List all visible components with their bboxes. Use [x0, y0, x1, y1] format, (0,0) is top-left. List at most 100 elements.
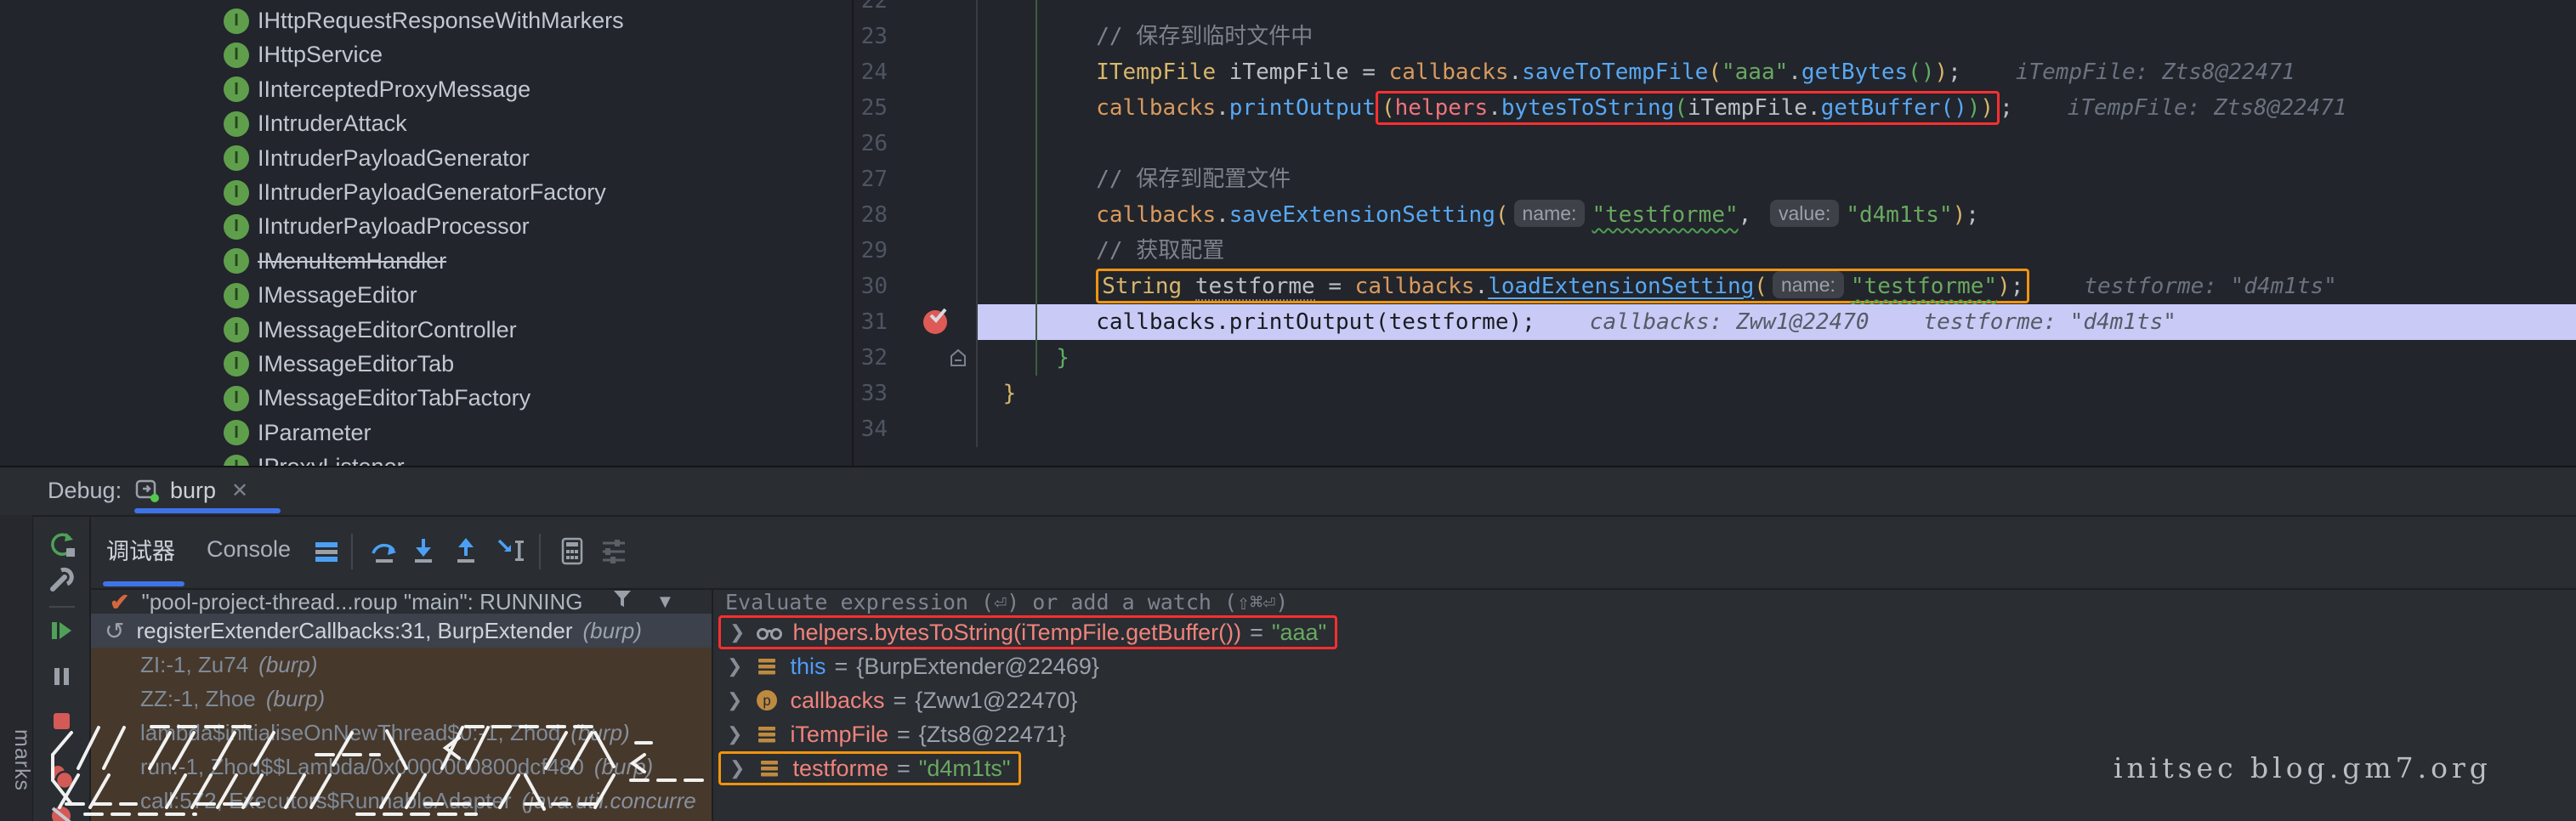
resume-icon[interactable]	[46, 615, 78, 648]
code-line-text[interactable]	[976, 411, 2576, 447]
thread-selector[interactable]: ✔ "pool-project-thread...roup "main": RU…	[91, 590, 712, 614]
tree-item[interactable]: IIIntruderAttack	[0, 107, 852, 141]
variable-row[interactable]: ❯pcallbacks={Zww1@22470}	[713, 683, 2576, 717]
chevron-right-icon[interactable]: ❯	[729, 621, 745, 643]
sliders-icon[interactable]	[598, 535, 630, 568]
editor-gutter[interactable]: 33	[854, 376, 976, 411]
line-number[interactable]: 34	[854, 411, 888, 447]
step-out-icon[interactable]	[450, 535, 482, 568]
toolbar-separator	[49, 606, 75, 608]
variable-row[interactable]: ❯this={BurpExtender@22469}	[713, 649, 2576, 683]
editor-gutter[interactable]: 30	[854, 269, 976, 304]
code-line-text[interactable]: // 获取配置	[976, 233, 2576, 269]
wrench-icon[interactable]	[46, 564, 78, 597]
tree-item[interactable]: IIMenuItemHandler	[0, 244, 852, 278]
chevron-right-icon[interactable]: ❯	[729, 757, 745, 779]
line-number[interactable]: 26	[854, 126, 888, 161]
editor-gutter[interactable]: 26	[854, 126, 976, 161]
editor-gutter[interactable]: 32	[854, 340, 976, 376]
breakpoint-icon[interactable]	[923, 310, 947, 334]
tree-item[interactable]: IIMessageEditorTab	[0, 347, 852, 381]
line-number[interactable]: 27	[854, 161, 888, 197]
mute-breakpoints-icon[interactable]	[46, 806, 78, 821]
chevron-down-icon[interactable]: ▼	[655, 591, 674, 613]
line-number[interactable]: 22	[854, 0, 888, 19]
step-into-icon[interactable]	[407, 535, 440, 568]
chevron-right-icon[interactable]: ❯	[727, 655, 742, 677]
tree-item[interactable]: IIMessageEditorTabFactory	[0, 382, 852, 416]
editor-gutter[interactable]: 22	[854, 0, 976, 19]
tree-item[interactable]: IIIntruderPayloadGeneratorFactory	[0, 175, 852, 209]
editor-gutter[interactable]: 24	[854, 54, 976, 90]
code-line-text[interactable]: // 保存到临时文件中	[976, 19, 2576, 54]
stack-frame-row[interactable]: call:572, Executors$RunnableAdapter(java…	[91, 784, 712, 818]
line-number[interactable]: 32	[854, 340, 888, 376]
fold-end-marker-icon[interactable]	[949, 348, 968, 371]
tree-item[interactable]: IIIntruderPayloadProcessor	[0, 210, 852, 244]
line-number[interactable]: 24	[854, 54, 888, 90]
editor-gutter[interactable]: 31	[854, 304, 976, 340]
code-token: ,	[1739, 202, 1765, 228]
stack-frame-row[interactable]: lambda$initialiseOnNewThread$0:-1, Zhod(…	[91, 716, 712, 750]
tree-item[interactable]: IIInterceptedProxyMessage	[0, 72, 852, 106]
line-number[interactable]: 25	[854, 90, 888, 126]
tree-item[interactable]: IIHttpRequestResponseWithMarkers	[0, 3, 852, 37]
editor-gutter[interactable]: 25	[854, 90, 976, 126]
inline-debugger-hint: iTempFile: Zts8@22471	[2068, 95, 2347, 121]
variable-row[interactable]: ❯iTempFile={Zts8@22471}	[713, 717, 2576, 751]
stop-icon[interactable]	[46, 705, 78, 738]
line-number[interactable]: 28	[854, 197, 888, 233]
editor-gutter[interactable]: 27	[854, 161, 976, 197]
stack-frame-row[interactable]: run:-1, Zhod$$Lambda/0x0000000800dcf480(…	[91, 750, 712, 784]
variable-row[interactable]: ❯helpers.bytesToString(iTempFile.getBuff…	[713, 615, 2576, 649]
funnel-filter-icon[interactable]	[611, 590, 633, 616]
view-breakpoints-icon[interactable]	[46, 762, 78, 794]
tree-item[interactable]: IIParameter	[0, 416, 852, 450]
interface-icon: I	[224, 180, 249, 206]
code-line-text[interactable]: ITempFile iTempFile = callbacks.saveToTe…	[976, 54, 2576, 90]
line-number[interactable]: 33	[854, 376, 888, 411]
editor-gutter[interactable]: 28	[854, 197, 976, 233]
code-editor[interactable]: 2223 // 保存到临时文件中 24 ITempFile iTempFile =…	[854, 0, 2576, 466]
tree-item[interactable]: IIMessageEditor	[0, 279, 852, 313]
chevron-right-icon[interactable]: ❯	[727, 689, 742, 711]
stack-frame-row[interactable]: ZZ:-1, Zhoe(burp)	[91, 682, 712, 716]
tab-console[interactable]: Console	[207, 515, 291, 583]
code-line-text[interactable]: String testforme = callbacks.loadExtensi…	[976, 269, 2576, 304]
code-line-text[interactable]: callbacks.saveExtensionSetting(name:"tes…	[976, 197, 2576, 233]
evaluate-expression-icon[interactable]	[556, 535, 588, 568]
bookmarks-stripe-button[interactable]: marks	[9, 729, 34, 791]
tree-item[interactable]: IIIntruderPayloadGenerator	[0, 141, 852, 175]
pause-icon[interactable]	[46, 661, 78, 694]
layout-icon[interactable]	[310, 535, 343, 568]
stack-frame-row[interactable]: ↺registerExtenderCallbacks:31, BurpExten…	[91, 614, 712, 648]
rerun-icon[interactable]	[46, 530, 78, 563]
chevron-right-icon[interactable]: ❯	[727, 723, 742, 745]
tab-debugger[interactable]: 调试器	[106, 515, 175, 583]
code-line-text[interactable]: callbacks.printOutput(testforme);callbac…	[976, 304, 2576, 340]
close-icon[interactable]: ✕	[231, 478, 248, 503]
line-number[interactable]: 31	[854, 304, 888, 340]
code-line-text[interactable]: }	[976, 340, 2576, 376]
code-line-text[interactable]: // 保存到配置文件	[976, 161, 2576, 197]
code-line-text[interactable]	[976, 0, 2576, 19]
line-number[interactable]: 29	[854, 233, 888, 269]
debug-session-tab[interactable]: burp ✕	[134, 467, 248, 513]
step-over-icon[interactable]	[368, 535, 400, 568]
code-line-text[interactable]: }	[976, 376, 2576, 411]
tree-item[interactable]: IIMessageEditorController	[0, 313, 852, 347]
stack-frame-row[interactable]: ZI:-1, Zu74(burp)	[91, 648, 712, 682]
line-number[interactable]: 30	[854, 269, 888, 304]
tree-item[interactable]: IIHttpService	[0, 38, 852, 72]
evaluate-expression-input[interactable]: Evaluate expression (⏎) or add a watch (…	[713, 590, 2576, 615]
code-token: .	[1488, 95, 1501, 121]
line-number[interactable]: 23	[854, 19, 888, 54]
editor-gutter[interactable]: 34	[854, 411, 976, 447]
code-line-text[interactable]	[976, 126, 2576, 161]
code-line-text[interactable]: callbacks.printOutput(helpers.bytesToStr…	[976, 90, 2576, 126]
structure-tree[interactable]: IIHttpRequestResponseIIHttpRequestRespon…	[0, 0, 854, 466]
tree-item[interactable]: IIProxyListener	[0, 450, 852, 466]
editor-gutter[interactable]: 23	[854, 19, 976, 54]
run-to-cursor-icon[interactable]	[496, 535, 528, 568]
editor-gutter[interactable]: 29	[854, 233, 976, 269]
